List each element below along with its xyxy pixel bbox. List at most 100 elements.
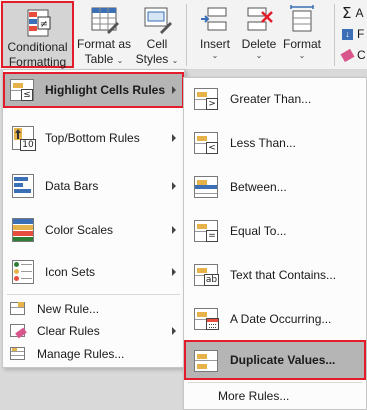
submenu-arrow-icon — [172, 86, 176, 94]
menu-item-color-scales[interactable]: Color Scales — [3, 212, 184, 248]
highlight-cells-rules-icon: ≤ — [7, 76, 37, 104]
insert-label: Insert — [199, 37, 230, 51]
submenu-item-less-than[interactable]: < Less Than... — [184, 124, 366, 162]
ribbon-group-separator — [334, 4, 335, 66]
menu-item-data-bars[interactable]: Data Bars — [3, 168, 184, 204]
format-as-table-icon — [87, 4, 121, 36]
new-rule-icon — [5, 299, 29, 319]
ribbon: ≠ Conditional Formatting Format as Table… — [0, 0, 367, 70]
sigma-icon: Σ — [342, 4, 352, 22]
menu-item-manage-rules[interactable]: Manage Rules... — [3, 343, 184, 365]
between-icon — [192, 173, 222, 201]
equal-to-icon: = — [192, 217, 222, 245]
cell-styles-icon — [140, 4, 174, 36]
insert-cells-icon — [198, 4, 232, 36]
svg-text:≠: ≠ — [39, 19, 47, 30]
submenu-item-label: A Date Occurring... — [230, 312, 332, 326]
conditional-formatting-button[interactable]: ≠ Conditional Formatting — [1, 1, 74, 69]
chevron-down-icon: ⌄ — [211, 51, 219, 60]
submenu-item-label: Greater Than... — [230, 92, 312, 106]
menu-item-new-rule[interactable]: New Rule... — [3, 298, 184, 320]
menu-item-label: Icon Sets — [45, 265, 96, 279]
icon-sets-icon — [9, 258, 39, 286]
highlight-cells-rules-submenu: > Greater Than... < Less Than... Between… — [183, 77, 367, 410]
submenu-separator — [188, 382, 362, 383]
text-contains-badge: ab — [204, 274, 219, 286]
submenu-arrow-icon — [172, 182, 176, 190]
format-as-table-label-line2: Table — [84, 52, 114, 66]
submenu-item-label: Text that Contains... — [230, 268, 337, 282]
cell-styles-button[interactable]: Cell Styles ⌄ — [132, 0, 182, 70]
clear-rules-icon — [5, 321, 29, 341]
menu-item-highlight-cells-rules[interactable]: ≤ Highlight Cells Rules — [3, 72, 184, 108]
submenu-item-label: Less Than... — [230, 136, 296, 150]
autosum-button[interactable]: Σ A — [342, 4, 364, 22]
clear-label: C — [357, 48, 366, 62]
format-as-table-label-line1: Format as — [76, 37, 131, 51]
autosum-label: A — [355, 6, 364, 20]
submenu-item-more-rules[interactable]: More Rules... — [184, 385, 366, 407]
fill-button[interactable]: ↓ F — [342, 25, 364, 43]
text-contains-icon: ab — [192, 261, 222, 289]
submenu-arrow-icon — [172, 327, 176, 335]
conditional-formatting-label-line1: Conditional — [7, 40, 68, 54]
menu-item-icon-sets[interactable]: Icon Sets — [3, 254, 184, 290]
cell-styles-label-line2: Styles — [135, 52, 169, 66]
menu-item-label: Clear Rules — [37, 324, 100, 338]
menu-item-label: Top/Bottom Rules — [45, 131, 140, 145]
less-than-icon: < — [192, 129, 222, 157]
submenu-item-greater-than[interactable]: > Greater Than... — [184, 80, 366, 118]
format-button[interactable]: Format ⌄ — [280, 0, 324, 70]
submenu-item-label: Between... — [230, 180, 287, 194]
clear-button[interactable]: C — [340, 46, 366, 64]
delete-cells-icon — [242, 4, 276, 36]
conditional-formatting-menu: ≤ Highlight Cells Rules 10 Top/Bottom Ru… — [2, 69, 185, 368]
menu-item-clear-rules[interactable]: Clear Rules — [3, 320, 184, 342]
submenu-arrow-icon — [172, 226, 176, 234]
fill-down-icon: ↓ — [342, 28, 353, 40]
conditional-formatting-icon: ≠ — [21, 7, 55, 39]
ribbon-group-separator — [186, 4, 187, 66]
submenu-item-duplicate-values[interactable]: Duplicate Values... — [184, 340, 366, 380]
top-bottom-rules-icon: 10 — [9, 124, 39, 152]
manage-rules-icon — [5, 344, 29, 364]
submenu-item-date-occurring[interactable]: A Date Occurring... — [184, 300, 366, 338]
chevron-down-icon: ⌄ — [116, 56, 124, 65]
submenu-arrow-icon — [172, 268, 176, 276]
submenu-item-between[interactable]: Between... — [184, 168, 366, 206]
duplicate-values-icon — [192, 346, 222, 374]
menu-item-label: Manage Rules... — [37, 347, 125, 361]
delete-label: Delete — [241, 37, 277, 51]
cell-styles-label-line1: Cell — [146, 37, 168, 51]
format-cells-icon — [285, 4, 319, 36]
menu-item-label: Data Bars — [45, 179, 99, 193]
chevron-down-icon: ⌄ — [255, 51, 263, 60]
menu-separator — [7, 294, 180, 295]
submenu-item-text-contains[interactable]: ab Text that Contains... — [184, 256, 366, 294]
fill-label: F — [357, 27, 365, 41]
data-bars-icon — [9, 172, 39, 200]
submenu-item-label: Equal To... — [230, 224, 287, 238]
chevron-down-icon: ⌄ — [298, 51, 306, 60]
menu-item-label: Highlight Cells Rules — [45, 83, 166, 97]
calendar-icon — [206, 318, 219, 330]
submenu-arrow-icon — [172, 134, 176, 142]
menu-item-top-bottom-rules[interactable]: 10 Top/Bottom Rules — [3, 120, 184, 156]
conditional-formatting-label-line2: Formatting — [8, 55, 67, 69]
submenu-item-equal-to[interactable]: = Equal To... — [184, 212, 366, 250]
equal-to-badge: = — [206, 230, 218, 242]
greater-than-icon: > — [192, 85, 222, 113]
format-label: Format — [282, 37, 321, 51]
menu-item-label: Color Scales — [45, 223, 114, 237]
insert-button[interactable]: Insert ⌄ — [192, 0, 238, 70]
menu-item-label: New Rule... — [37, 302, 100, 316]
submenu-item-label: Duplicate Values... — [230, 353, 336, 367]
delete-button[interactable]: Delete ⌄ — [238, 0, 280, 70]
format-as-table-button[interactable]: Format as Table ⌄ — [76, 0, 132, 70]
eraser-icon — [340, 48, 355, 62]
less-than-badge: < — [206, 142, 218, 154]
chevron-down-icon: ⌄ — [171, 56, 179, 65]
date-occurring-icon — [192, 305, 222, 333]
submenu-item-label: More Rules... — [218, 389, 290, 403]
greater-than-badge: > — [206, 98, 218, 110]
